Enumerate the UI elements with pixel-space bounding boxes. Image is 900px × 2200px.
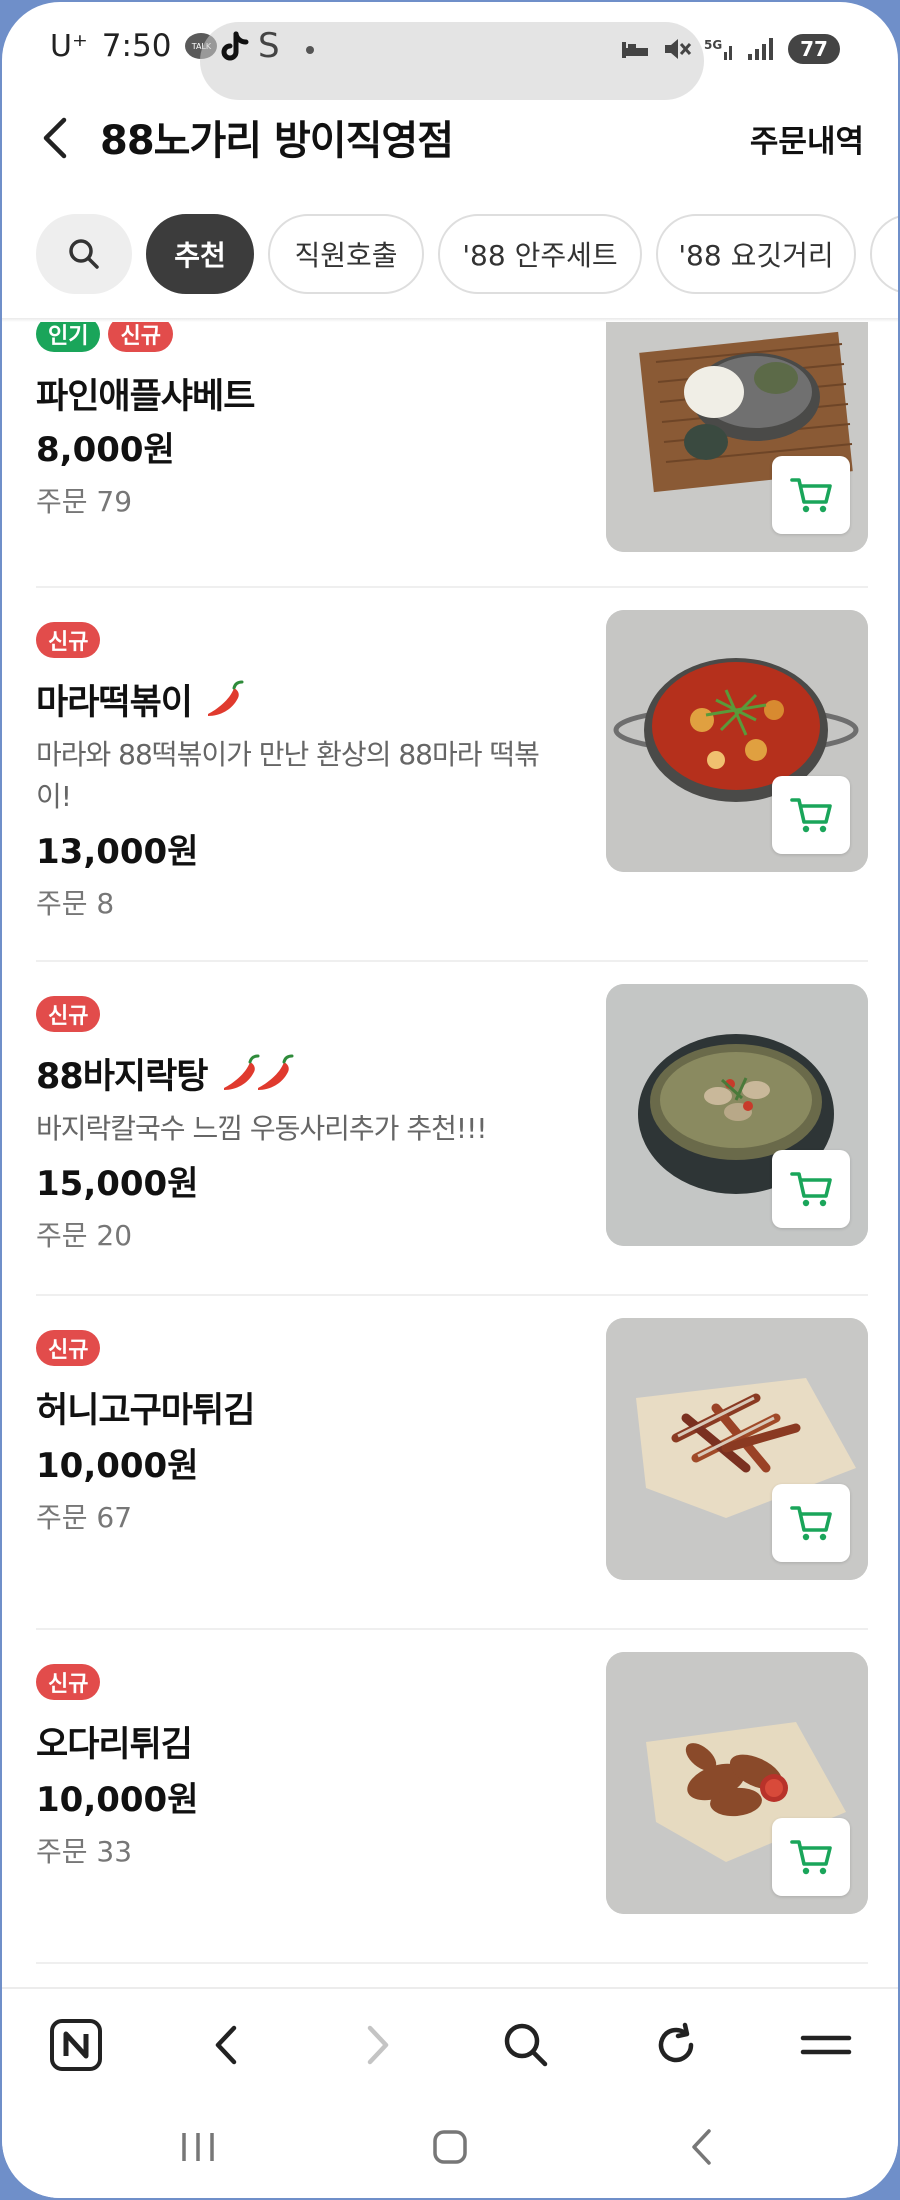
browser-back-icon[interactable]: [196, 2015, 256, 2075]
back-icon[interactable]: [672, 2117, 732, 2177]
menu-item-name: 오다리튀김: [36, 1725, 193, 1765]
menu-item-description: 마라와 88떡볶이가 만난 환상의 88마라 떡볶이!: [36, 738, 540, 813]
new-badge: 신규: [36, 622, 101, 658]
cart-icon: [790, 1506, 832, 1541]
more-notifications-dot: [306, 46, 314, 54]
tab-more[interactable]: [870, 214, 898, 294]
s-app-icon: S: [258, 26, 280, 66]
add-to-cart-button[interactable]: [772, 776, 850, 854]
add-to-cart-button[interactable]: [772, 1484, 850, 1562]
menu-item-name: 마라떡볶이: [36, 683, 193, 723]
menu-item-order-count: 주문 67: [36, 1501, 133, 1534]
5g-signal-icon: 5G: [704, 38, 732, 60]
menu-item-name: 파인애플샤베트: [36, 377, 255, 417]
menu-item-order-count: 주문 79: [36, 485, 133, 518]
menu-item-price: 15,000원: [36, 1164, 199, 1204]
add-to-cart-button[interactable]: [772, 1818, 850, 1896]
battery-indicator: 77: [788, 34, 840, 64]
status-bar: U⁺ 7:50 TALK S 5G 77: [2, 2, 898, 100]
menu-item[interactable]: 신규 허니고구마튀김 10,000원 주문 67: [2, 1318, 898, 1630]
page-title: 88노가리 방이직영점: [100, 118, 454, 164]
mala-tteokbokki-photo: [606, 610, 868, 872]
menu-item[interactable]: 신규 마라떡볶이 마라와 88떡볶이가 만난 환상의 88마라 떡볶이! 13,…: [2, 610, 898, 922]
chili-pepper-icon: [257, 1054, 294, 1090]
search-icon: [69, 239, 99, 269]
cart-icon: [790, 478, 832, 513]
back-button[interactable]: [32, 108, 82, 168]
honey-sweet-potato-fries-photo: [606, 1318, 868, 1580]
item-divider: [36, 1962, 868, 1964]
refresh-icon[interactable]: [646, 2015, 706, 2075]
mute-icon: [665, 39, 692, 59]
fried-squid-legs-photo: [606, 1652, 868, 1914]
tab-staff-call[interactable]: 직원호출: [268, 214, 424, 294]
add-to-cart-button[interactable]: [772, 456, 850, 534]
menu-item-price: 10,000원: [36, 1780, 199, 1820]
item-divider: [36, 1628, 868, 1630]
new-badge: 신규: [36, 1664, 101, 1700]
phone-screen: U⁺ 7:50 TALK S 5G 77 88노가리 방이직영점 주문내역 추천…: [2, 2, 898, 2198]
pineapple-sherbet-photo: [606, 322, 868, 552]
menu-item-price: 8,000원: [36, 430, 175, 470]
tab-light-meals[interactable]: '88 요깃거리: [656, 214, 856, 294]
svg-text:5G: 5G: [704, 38, 722, 52]
home-icon[interactable]: [420, 2117, 480, 2177]
sleep-mode-icon: [622, 42, 648, 58]
tab-recommended[interactable]: 추천: [146, 214, 254, 294]
clam-soup-photo: [606, 984, 868, 1246]
browser-search-icon[interactable]: [496, 2015, 556, 2075]
system-navigation-bar: [2, 2103, 898, 2198]
menu-item-order-count: 주문 8: [36, 887, 115, 920]
cart-icon: [790, 1172, 832, 1207]
menu-item-order-count: 주문 33: [36, 1835, 133, 1868]
cart-icon: [790, 798, 832, 833]
menu-item[interactable]: 신규 88바지락탕 바지락칼국수 느낌 우동사리추가 추천!!! 15,000원…: [2, 984, 898, 1296]
menu-item-order-count: 주문 20: [36, 1219, 133, 1252]
add-to-cart-button[interactable]: [772, 1150, 850, 1228]
category-tabs: 추천 직원호출 '88 안주세트 '88 요깃거리: [2, 214, 898, 298]
menu-list: 인기 신규 파인애플샤베트 8,000원 주문 79 신규 마라떡볶이 마라와 …: [2, 322, 898, 1987]
item-divider: [36, 1294, 868, 1296]
order-history-link[interactable]: 주문내역: [750, 116, 864, 161]
item-divider: [36, 960, 868, 962]
carrier-label: U⁺: [50, 28, 88, 64]
menu-item-description: 바지락칼국수 느낌 우동사리추가 추천!!!: [36, 1112, 488, 1145]
new-badge: 신규: [108, 322, 173, 352]
new-badge: 신규: [36, 996, 101, 1032]
cart-icon: [790, 1840, 832, 1875]
menu-item-name: 88바지락탕: [36, 1057, 209, 1097]
tab-snack-sets[interactable]: '88 안주세트: [438, 214, 642, 294]
signal-bars-icon: [748, 38, 773, 60]
recent-apps-icon[interactable]: [168, 2117, 228, 2177]
clock: 7:50: [101, 28, 172, 64]
menu-item-name: 허니고구마튀김: [36, 1391, 255, 1431]
tiktok-icon: [221, 31, 249, 61]
menu-item[interactable]: 인기 신규 파인애플샤베트 8,000원 주문 79: [2, 322, 898, 602]
browser-toolbar: [2, 1987, 898, 2103]
menu-icon[interactable]: [796, 2015, 856, 2075]
store-header: 88노가리 방이직영점 주문내역: [2, 98, 898, 208]
new-badge: 신규: [36, 1330, 101, 1366]
menu-item-price: 10,000원: [36, 1446, 199, 1486]
naver-home-icon[interactable]: [46, 2015, 106, 2075]
item-divider: [36, 586, 868, 588]
menu-item[interactable]: 신규 오다리튀김 10,000원 주문 33: [2, 1652, 898, 1964]
popular-badge: 인기: [36, 322, 101, 352]
browser-forward-icon[interactable]: [348, 2015, 408, 2075]
menu-search-button[interactable]: [36, 214, 132, 294]
menu-item-price: 13,000원: [36, 832, 199, 872]
chili-pepper-icon: [208, 680, 244, 716]
